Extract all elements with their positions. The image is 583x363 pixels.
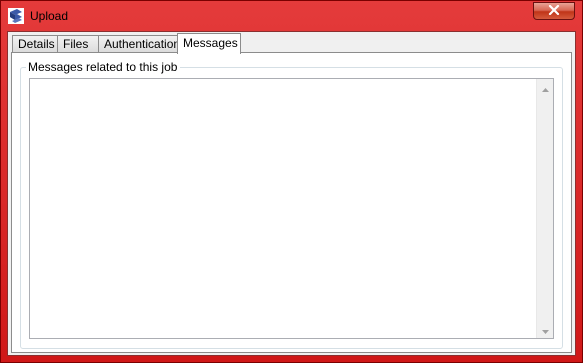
scroll-down-arrow-icon (541, 323, 549, 337)
messages-textarea[interactable] (29, 78, 554, 339)
scroll-up-button[interactable] (537, 79, 553, 96)
upload-app-icon (8, 8, 24, 24)
messages-group-label: Messages related to this job (26, 60, 181, 74)
tab-messages-label: Messages (183, 36, 238, 50)
tab-details[interactable]: Details (12, 35, 58, 52)
close-icon (548, 4, 560, 18)
tab-files[interactable]: Files (57, 35, 99, 52)
close-button[interactable] (533, 2, 575, 20)
messages-groupbox: Messages related to this job (20, 60, 563, 349)
tab-authentication-label: Authentication (104, 37, 181, 51)
upload-window: Upload Details Files Authentication Mess… (0, 0, 583, 363)
title-bar[interactable]: Upload (1, 1, 582, 31)
tab-authentication[interactable]: Authentication (98, 35, 181, 52)
tab-details-label: Details (18, 37, 55, 51)
window-title: Upload (30, 9, 69, 23)
vertical-scrollbar[interactable] (536, 79, 553, 338)
window-client-area: Details Files Authentication Messages Me… (7, 31, 576, 356)
scroll-up-arrow-icon (541, 81, 549, 95)
tab-messages[interactable]: Messages (177, 33, 241, 54)
tab-files-label: Files (63, 37, 89, 51)
messages-tab-panel: Messages related to this job (11, 52, 572, 353)
scroll-down-button[interactable] (537, 321, 553, 338)
